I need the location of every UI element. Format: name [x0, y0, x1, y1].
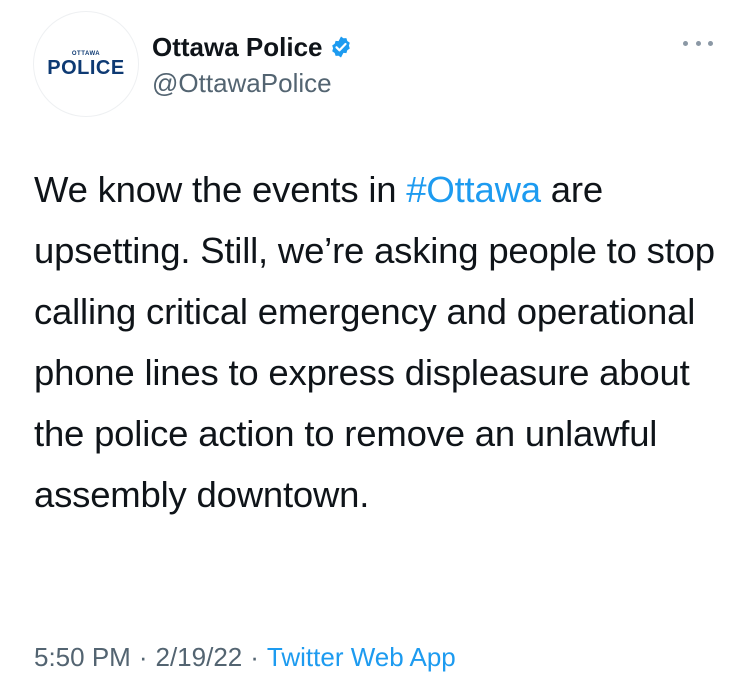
tweet-meta: 5:50 PM · 2/19/22 · Twitter Web App	[34, 640, 456, 674]
tweet-card: OTTAWA POLICE Ottawa Police @OttawaPolic…	[0, 0, 749, 699]
verified-badge-icon	[329, 35, 353, 59]
handle[interactable]: @OttawaPolice	[152, 68, 353, 98]
hashtag-link[interactable]: #Ottawa	[406, 169, 541, 210]
tweet-text-part-1: We know the events in	[34, 169, 407, 210]
tweet-date[interactable]: 2/19/22	[156, 642, 243, 672]
more-options-icon[interactable]	[683, 38, 713, 48]
tweet-text: We know the events in #Ottawa are upsett…	[34, 159, 734, 525]
avatar[interactable]: OTTAWA POLICE	[34, 12, 138, 116]
tweet-time[interactable]: 5:50 PM	[34, 642, 131, 672]
display-name[interactable]: Ottawa Police	[152, 32, 323, 62]
meta-separator: ·	[138, 642, 148, 672]
tweet-text-part-2: are upsetting. Still, we’re asking peopl…	[34, 169, 715, 515]
display-name-row: Ottawa Police	[152, 32, 353, 62]
author-info: Ottawa Police @OttawaPolice	[152, 32, 353, 98]
tweet-source-link[interactable]: Twitter Web App	[267, 642, 456, 672]
meta-separator: ·	[250, 642, 259, 672]
avatar-text-big: POLICE	[47, 57, 125, 79]
